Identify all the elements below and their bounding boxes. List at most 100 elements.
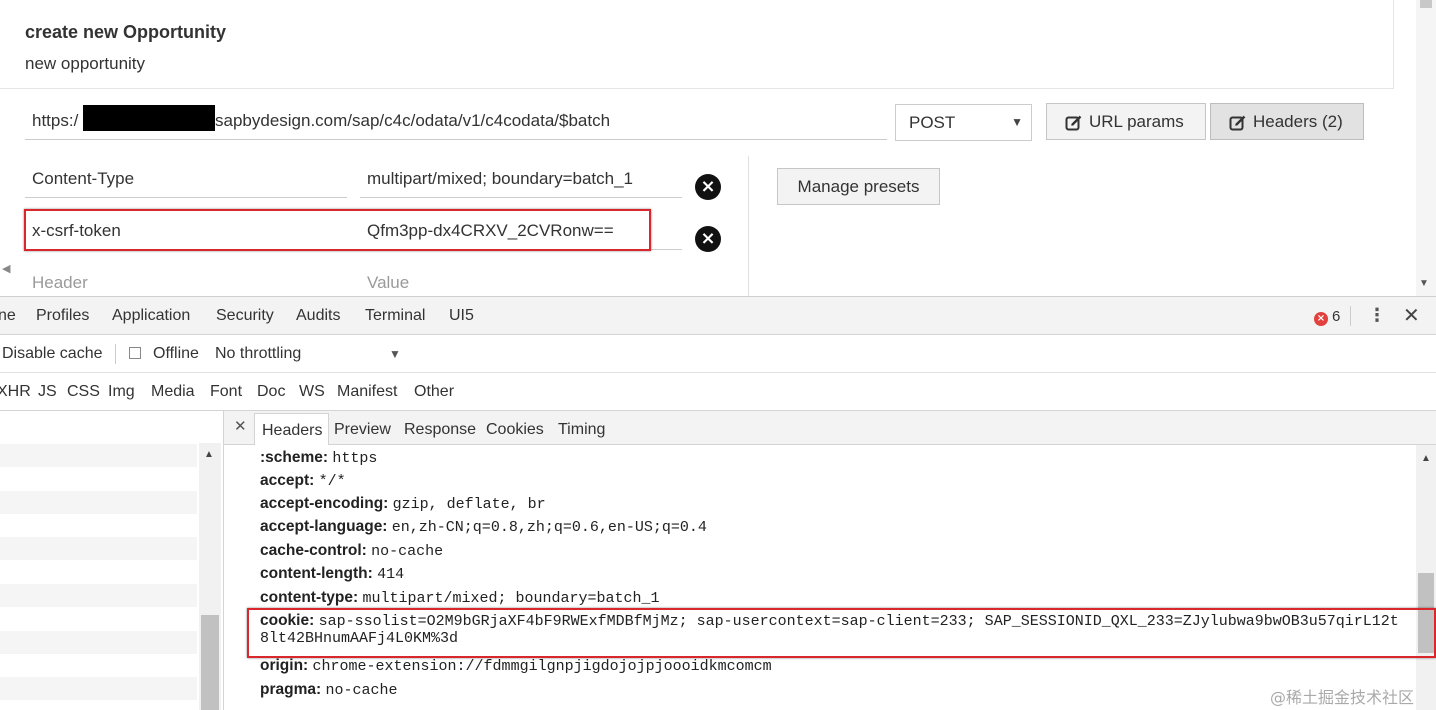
divider — [115, 344, 116, 364]
header-key: :scheme: — [260, 449, 329, 466]
header-row: accept: */* — [260, 472, 346, 490]
scrollbar[interactable] — [199, 443, 221, 710]
filter-other[interactable]: Other — [414, 383, 454, 401]
url-params-button[interactable]: URL params — [1046, 103, 1206, 140]
list-item[interactable] — [0, 677, 197, 700]
header-name-input[interactable]: Content-Type — [25, 164, 347, 198]
scrollbar-thumb[interactable] — [1418, 573, 1434, 653]
more-options-icon[interactable]: ⋮ — [1368, 305, 1386, 326]
header-key: accept-encoding: — [260, 495, 389, 512]
header-row: cookie: sap-ssolist=O2M9bGRjaXF4bF9RWExf… — [260, 612, 1399, 647]
tab-audits[interactable]: Audits — [296, 307, 340, 325]
header-value: chrome-extension://fdmmgilgnpjigdojojpjo… — [312, 658, 772, 675]
scrollbar[interactable]: ▲ — [1416, 445, 1436, 710]
header-key: accept: — [260, 472, 315, 489]
url-input[interactable]: https:/ sapbydesign.com/sap/c4c/odata/v1… — [25, 102, 887, 140]
request-detail-tabs: ✕ Headers Preview Response Cookies Timin… — [224, 411, 1436, 446]
column-divider — [748, 156, 749, 296]
throttling-select[interactable]: No throttling — [215, 345, 301, 363]
header-name-input[interactable]: x-csrf-token — [25, 216, 347, 250]
header-key: content-type: — [260, 589, 359, 606]
filter-font[interactable]: Font — [210, 383, 242, 401]
request-list: ▲ — [0, 411, 224, 710]
request-title: create new Opportunity — [25, 22, 227, 42]
tab-security[interactable]: Security — [216, 307, 274, 325]
header-value: multipart/mixed; boundary=batch_1 — [362, 590, 660, 607]
close-icon[interactable]: ✕ — [1403, 303, 1420, 327]
tab-headers[interactable]: Headers — [254, 413, 330, 446]
header-row: cache-control: no-cache — [260, 542, 443, 560]
tab-timing[interactable]: Timing — [558, 421, 605, 439]
tab-network[interactable]: ne — [0, 307, 16, 325]
chevron-down-icon[interactable]: ▼ — [389, 347, 401, 361]
scrollbar-thumb[interactable] — [201, 615, 219, 710]
disable-cache-checkbox[interactable]: Disable cache — [2, 345, 103, 363]
list-item[interactable] — [0, 491, 197, 514]
list-item[interactable] — [0, 514, 197, 537]
filter-xhr[interactable]: XHR — [0, 383, 31, 401]
request-headers-list: :scheme: https accept: */* accept-encodi… — [224, 445, 1416, 710]
panel-border — [1393, 0, 1394, 88]
tab-ui5[interactable]: UI5 — [449, 307, 474, 325]
remove-header-icon[interactable]: × — [695, 226, 721, 252]
header-value-text: multipart/mixed; boundary=batch_1 — [367, 169, 634, 188]
header-row: accept-encoding: gzip, deflate, br — [260, 495, 546, 513]
header-row: content-length: 414 — [260, 565, 404, 583]
header-value: no-cache — [325, 682, 398, 699]
filter-js[interactable]: JS — [38, 383, 57, 401]
header-key: accept-language: — [260, 518, 388, 535]
close-icon[interactable]: ✕ — [234, 417, 247, 435]
remove-header-icon[interactable]: × — [695, 174, 721, 200]
filter-ws[interactable]: WS — [299, 383, 325, 401]
header-value-text: Qfm3pp-dx4CRXV_2CVRonw== — [367, 221, 614, 240]
method-value: POST — [909, 113, 956, 132]
manage-presets-label: Manage presets — [797, 176, 920, 196]
scrollbar-thumb[interactable] — [1420, 0, 1432, 8]
scroll-left-icon[interactable]: ◀ — [2, 262, 10, 275]
header-key: cookie: — [260, 612, 315, 629]
list-item[interactable] — [0, 584, 197, 607]
filter-css[interactable]: CSS — [67, 383, 100, 401]
filter-doc[interactable]: Doc — [257, 383, 285, 401]
list-item[interactable] — [0, 654, 197, 677]
rest-client-panel: create new Opportunity new opportunity h… — [0, 0, 1436, 296]
scroll-down-icon[interactable]: ▼ — [1419, 278, 1429, 289]
error-counter[interactable]: × 6 — [1314, 308, 1340, 326]
error-count: 6 — [1332, 308, 1341, 325]
scroll-up-icon[interactable]: ▲ — [1421, 453, 1431, 464]
tab-response[interactable]: Response — [404, 421, 476, 439]
filter-manifest[interactable]: Manifest — [337, 383, 397, 401]
error-icon: × — [1314, 312, 1328, 326]
devtools-tabbar: ne Profiles Application Security Audits … — [0, 297, 1436, 335]
devtools-panel: ne Profiles Application Security Audits … — [0, 296, 1436, 710]
header-row: pragma: no-cache — [260, 681, 397, 699]
url-prefix: https:/ — [32, 111, 79, 130]
list-item[interactable] — [0, 631, 197, 654]
header-value-input[interactable]: Qfm3pp-dx4CRXV_2CVRonw== — [360, 216, 682, 250]
network-toolbar: Disable cache Offline No throttling ▼ — [0, 335, 1436, 373]
list-item[interactable] — [0, 467, 197, 490]
list-item[interactable] — [0, 561, 197, 584]
filter-media[interactable]: Media — [151, 383, 195, 401]
list-item[interactable] — [0, 421, 197, 444]
list-item[interactable] — [0, 444, 197, 467]
header-row: :scheme: https — [260, 449, 377, 467]
header-value: 414 — [377, 566, 405, 583]
header-value: en,zh-CN;q=0.8,zh;q=0.6,en-US;q=0.4 — [391, 519, 707, 536]
tab-profiles[interactable]: Profiles — [36, 307, 89, 325]
tab-cookies[interactable]: Cookies — [486, 421, 544, 439]
tab-preview[interactable]: Preview — [334, 421, 391, 439]
list-item[interactable] — [0, 607, 197, 630]
header-value-input[interactable]: multipart/mixed; boundary=batch_1 — [360, 164, 682, 198]
manage-presets-button[interactable]: Manage presets — [777, 168, 940, 205]
list-item[interactable] — [0, 537, 197, 560]
value-placeholder: Value — [367, 273, 410, 292]
offline-checkbox[interactable] — [129, 347, 141, 359]
tab-terminal[interactable]: Terminal — [365, 307, 425, 325]
scrollbar[interactable]: ▼ — [1416, 0, 1436, 296]
method-select[interactable]: POST ▼ — [895, 104, 1032, 141]
tab-application[interactable]: Application — [112, 307, 190, 325]
filter-img[interactable]: Img — [108, 383, 135, 401]
headers-button[interactable]: Headers (2) — [1210, 103, 1364, 140]
scroll-up-icon[interactable]: ▲ — [204, 449, 214, 460]
